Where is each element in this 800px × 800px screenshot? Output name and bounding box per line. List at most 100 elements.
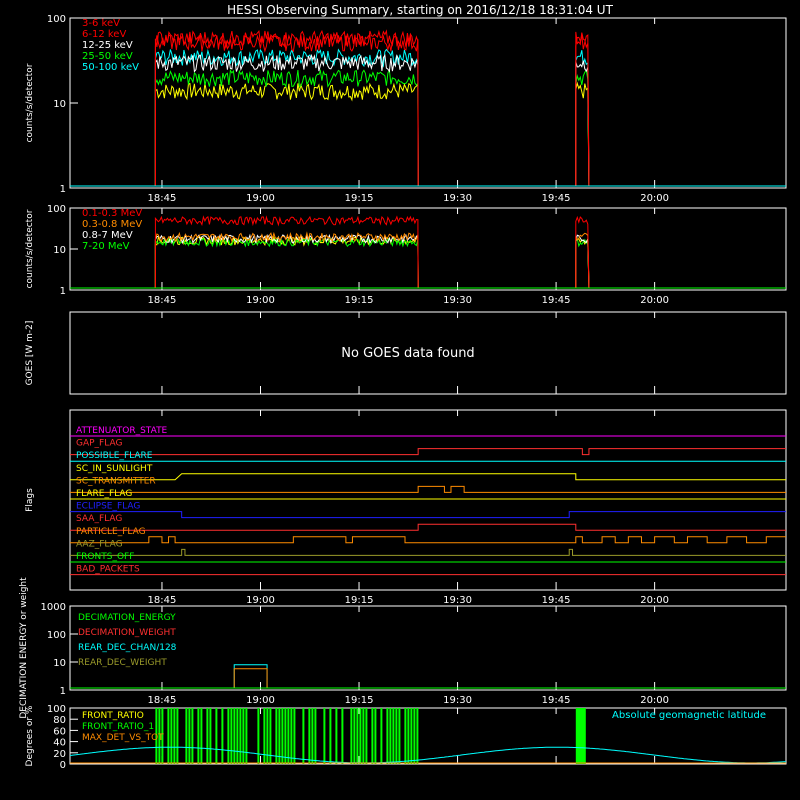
ratio-bar — [380, 708, 383, 764]
flag-line — [70, 536, 786, 544]
flag-label: AAZ_FLAG — [76, 539, 123, 549]
ratio-bar — [245, 708, 248, 764]
legend-entry: 25-50 keV — [82, 51, 133, 62]
x-tick-label: 19:30 — [443, 193, 472, 204]
flag-label: PARTICLE_FLAG — [76, 527, 146, 537]
ratio-bar — [395, 708, 398, 764]
ratio-bar — [191, 708, 194, 764]
x-tick-label: 19:45 — [542, 295, 571, 306]
ratio-bar — [371, 708, 374, 764]
panel-frame — [69, 207, 787, 291]
legend-entry: 6-12 keV — [82, 29, 126, 40]
ratio-bar — [236, 708, 239, 764]
flag-line — [70, 523, 786, 531]
y-tick-label: 1 — [60, 286, 66, 297]
x-tick-label: 19:00 — [246, 595, 275, 606]
ratio-bar — [197, 708, 200, 764]
ratio-bar — [314, 708, 317, 764]
ratio-bar — [167, 708, 170, 764]
y-tick-label: 100 — [47, 704, 66, 715]
ratio-bar — [335, 708, 338, 764]
legend-entry: DECIMATION_ENERGY — [78, 613, 176, 623]
legend-entry: 0.3-0.8 MeV — [82, 219, 142, 230]
x-tick-label: 19:00 — [246, 295, 275, 306]
x-tick-label: 19:45 — [542, 595, 571, 606]
panel-5: Degrees or % 020406080100 FRONT_RATIOFRONT… — [25, 704, 787, 771]
ratio-bar — [170, 708, 173, 764]
y-tick-label: 80 — [53, 715, 66, 726]
ratio-bar — [404, 708, 407, 764]
ratio-bar — [173, 708, 176, 764]
y-tick-label: 100 — [47, 630, 66, 641]
x-tick-label: 19:30 — [443, 695, 472, 706]
ratio-bar — [374, 708, 377, 764]
ratio-bar — [263, 708, 266, 764]
x-tick-label: 19:00 — [246, 695, 275, 706]
x-tick-label: 19:45 — [542, 193, 571, 204]
ratio-bar — [359, 708, 362, 764]
y-axis-label: Flags — [25, 488, 35, 512]
panel-2: GOES [W m-2] No GOES data found — [25, 311, 787, 395]
panel-0: 18:45 19:00 19:15 19:30 19:45 20:00 counts/s/d… — [25, 14, 787, 204]
flag-label: SAA_FLAG — [76, 514, 122, 524]
ratio-bar — [290, 708, 293, 764]
series-line — [154, 236, 590, 289]
y-tick-label: 0 — [60, 760, 66, 771]
flag-line — [70, 485, 786, 493]
series-line — [154, 48, 590, 187]
panel-frame — [69, 409, 787, 591]
ratio-bar — [215, 708, 218, 764]
ratio-bar — [386, 708, 389, 764]
ratio-bar — [329, 708, 332, 764]
flag-line — [70, 548, 786, 556]
x-tick-label: 18:45 — [148, 193, 177, 204]
ratio-bar — [284, 708, 287, 764]
series-line — [154, 81, 590, 187]
legend-entry: MAX_DET_VS_TOT — [82, 733, 164, 743]
legend-entry: REAR_DEC_WEIGHT — [78, 658, 167, 668]
ratio-bar — [206, 708, 209, 764]
ratio-bar — [239, 708, 242, 764]
x-tick-label: 20:00 — [640, 295, 669, 306]
ratio-bar — [230, 708, 233, 764]
x-tick-label: 19:15 — [345, 595, 374, 606]
legend-entry: 0.1-0.3 MeV — [82, 208, 142, 219]
x-tick-label: 19:30 — [443, 295, 472, 306]
flag-label: SC_IN_SUNLIGHT — [76, 464, 153, 474]
ratio-bar — [308, 708, 311, 764]
x-tick-label: 20:00 — [640, 595, 669, 606]
ratio-bar — [209, 708, 212, 764]
ratio-bar — [389, 708, 392, 764]
ratio-bar — [176, 708, 179, 764]
x-tick-label: 20:00 — [640, 193, 669, 204]
y-tick-label: 100 — [47, 14, 66, 25]
flag-label: POSSIBLE_FLARE — [76, 451, 153, 461]
ratio-bar — [302, 708, 305, 764]
legend-entry: FRONT_RATIO_1 — [82, 722, 154, 732]
ratio-bar — [353, 708, 356, 764]
y-tick-label: 10 — [53, 99, 66, 110]
x-tick-label: 19:15 — [345, 295, 374, 306]
legend-entry: FRONT_RATIO — [82, 711, 144, 721]
x-tick-label: 19:15 — [345, 193, 374, 204]
ratio-bar — [278, 708, 281, 764]
panel-3: 18:45 19:00 19:15 19:30 19:45 20:00 Flags ATTEN… — [25, 409, 787, 606]
ratio-bar — [407, 708, 410, 764]
legend-entry: 50-100 keV — [82, 62, 139, 73]
ratio-bar — [185, 708, 188, 764]
ratio-bar — [410, 708, 413, 764]
y-tick-label: 10 — [53, 658, 66, 669]
flag-label: ATTENUATOR_STATE — [76, 426, 168, 436]
legend-entry: 0.8-7 MeV — [82, 230, 133, 241]
y-tick-label: 20 — [53, 749, 66, 760]
y-axis-label: counts/s/detector — [25, 63, 35, 142]
y-axis-label: DECIMATION ENERGY or weight — [19, 577, 29, 719]
y-axis-label: GOES [W m-2] — [25, 321, 35, 386]
x-tick-label: 19:15 — [345, 695, 374, 706]
legend-entry: 12-25 keV — [82, 40, 133, 51]
x-tick-label: 19:00 — [246, 193, 275, 204]
ratio-bar — [416, 708, 419, 764]
y-tick-label: 60 — [53, 726, 66, 737]
flag-label: ECLIPSE_FLAG — [76, 502, 140, 512]
ratio-bar — [227, 708, 230, 764]
